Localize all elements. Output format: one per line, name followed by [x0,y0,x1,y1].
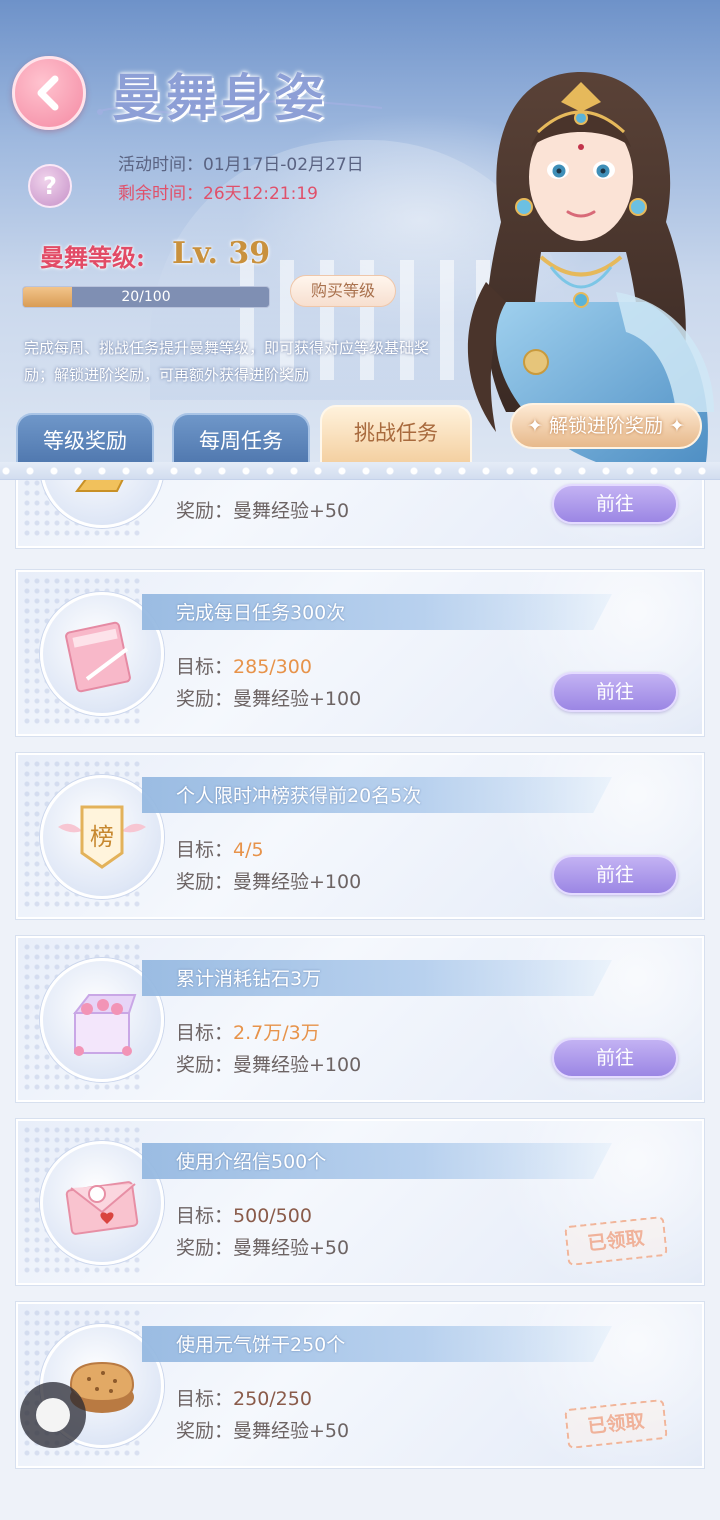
remaining-time-value: 26天12:21:19 [203,184,318,204]
reward-label: 奖励： [176,871,234,893]
task-card: 奖励：曼舞经验+50 前往 [16,480,704,548]
level-label: 曼舞等级: [40,243,145,272]
level-value: Lv. 39 [172,236,271,271]
level-progress-bar: 20/100 [22,286,270,308]
event-time-value: 01月17日-02月27日 [203,155,364,175]
task-card: 累计消耗钻石3万 目标：2.7万/3万 奖励：曼舞经验+100 前往 [16,936,704,1102]
go-button[interactable]: 前往 [552,484,678,524]
reward-label: 奖励： [176,1054,234,1076]
reward-label: 奖励： [176,1237,234,1259]
buy-level-button[interactable]: 购买等级 [290,275,396,307]
task-title: 完成每日任务300次 [176,602,346,624]
gold-bar-icon [40,480,164,528]
goal-value: 2.7万/3万 [233,1022,320,1044]
goal-value: 500/500 [233,1205,312,1227]
event-time-label: 活动时间： [118,155,203,175]
task-goal: 目标：250/250 [176,1384,312,1411]
event-title: 曼舞身姿 [112,68,328,127]
task-reward: 奖励：曼舞经验+100 [176,1050,361,1077]
unlock-advanced-rewards-label: 解锁进阶奖励 [548,415,663,437]
goal-label: 目标： [176,839,234,861]
goal-label: 目标： [176,1022,234,1044]
goal-value: 4/5 [233,839,264,861]
task-title: 累计消耗钻石3万 [176,968,322,990]
level-progress-text: 20/100 [121,289,171,305]
go-button[interactable]: 前往 [552,855,678,895]
goal-label: 目标： [176,656,234,678]
question-icon: ? [43,172,57,200]
task-goal: 目标：285/300 [176,652,312,679]
goal-label: 目标： [176,1205,234,1227]
task-title: 个人限时冲榜获得前20名5次 [176,785,422,807]
goal-value: 285/300 [233,656,312,678]
remaining-time-label: 剩余时间： [118,184,203,204]
task-reward: 奖励：曼舞经验+50 [176,496,349,523]
task-goal: 目标：500/500 [176,1201,312,1228]
task-reward: 奖励：曼舞经验+50 [176,1416,349,1443]
task-reward: 奖励：曼舞经验+100 [176,684,361,711]
reward-label: 奖励： [176,1420,234,1442]
remaining-time: 剩余时间：26天12:21:19 [118,179,318,204]
event-header: ? 曼舞身姿 活动时间：01月17日-02月27日 剩余时间：26天12:21:… [0,0,720,470]
reward-value: 曼舞经验+100 [233,688,362,710]
task-card: 使用元气饼干250个 目标：250/250 奖励：曼舞经验+50 已领取 [16,1302,704,1468]
sparkle-icon: ✦ [669,415,685,437]
task-title: 使用元气饼干250个 [176,1334,346,1356]
task-goal: 目标：4/5 [176,835,264,862]
tab-challenge-tasks[interactable]: 挑战任务 [320,405,472,467]
goal-value: 250/250 [233,1388,312,1410]
task-title: 使用介绍信500个 [176,1151,327,1173]
ranking-badge-text: 榜 [90,823,114,851]
task-reward: 奖励：曼舞经验+100 [176,867,361,894]
back-button[interactable] [12,56,86,130]
lace-divider [0,462,720,480]
reward-value: 曼舞经验+100 [233,871,362,893]
task-card: 榜 个人限时冲榜获得前20名5次 目标：4/5 奖励：曼舞经验+100 前往 [16,753,704,919]
reward-value: 曼舞经验+50 [233,500,350,522]
reward-label: 奖励： [176,500,234,522]
task-reward: 奖励：曼舞经验+50 [176,1233,349,1260]
task-card: 完成每日任务300次 目标：285/300 奖励：曼舞经验+100 前往 [16,570,704,736]
event-time: 活动时间：01月17日-02月27日 [118,150,364,175]
event-description: 完成每周、挑战任务提升曼舞等级，即可获得对应等级基础奖励；解锁进阶奖励，可再额外… [24,339,430,384]
tab-bar: 等级奖励 每周任务 挑战任务 [0,405,500,467]
help-button[interactable]: ? [28,164,72,208]
task-card: 使用介绍信500个 目标：500/500 奖励：曼舞经验+50 已领取 [16,1119,704,1285]
tab-level-rewards[interactable]: 等级奖励 [16,413,154,467]
goal-label: 目标： [176,1388,234,1410]
task-goal: 目标：2.7万/3万 [176,1018,320,1045]
sparkle-icon: ✦ [527,415,543,437]
task-list[interactable]: 奖励：曼舞经验+50 前往 完成每日任务300次 目标：285/300 奖励：曼… [0,480,720,1520]
back-arrow-icon [37,75,59,111]
assistive-dot-icon [36,1398,70,1432]
reward-value: 曼舞经验+50 [233,1237,350,1259]
claimed-stamp: 已领取 [564,1398,668,1450]
go-button[interactable]: 前往 [552,672,678,712]
character-illustration [467,72,714,462]
reward-label: 奖励： [176,688,234,710]
go-button[interactable]: 前往 [552,1038,678,1078]
floating-assistive-button[interactable] [20,1382,86,1448]
tab-weekly-tasks[interactable]: 每周任务 [172,413,310,467]
unlock-advanced-rewards-button[interactable]: ✦ 解锁进阶奖励 ✦ [510,403,702,449]
reward-value: 曼舞经验+100 [233,1054,362,1076]
claimed-stamp: 已领取 [564,1215,668,1267]
reward-value: 曼舞经验+50 [233,1420,350,1442]
